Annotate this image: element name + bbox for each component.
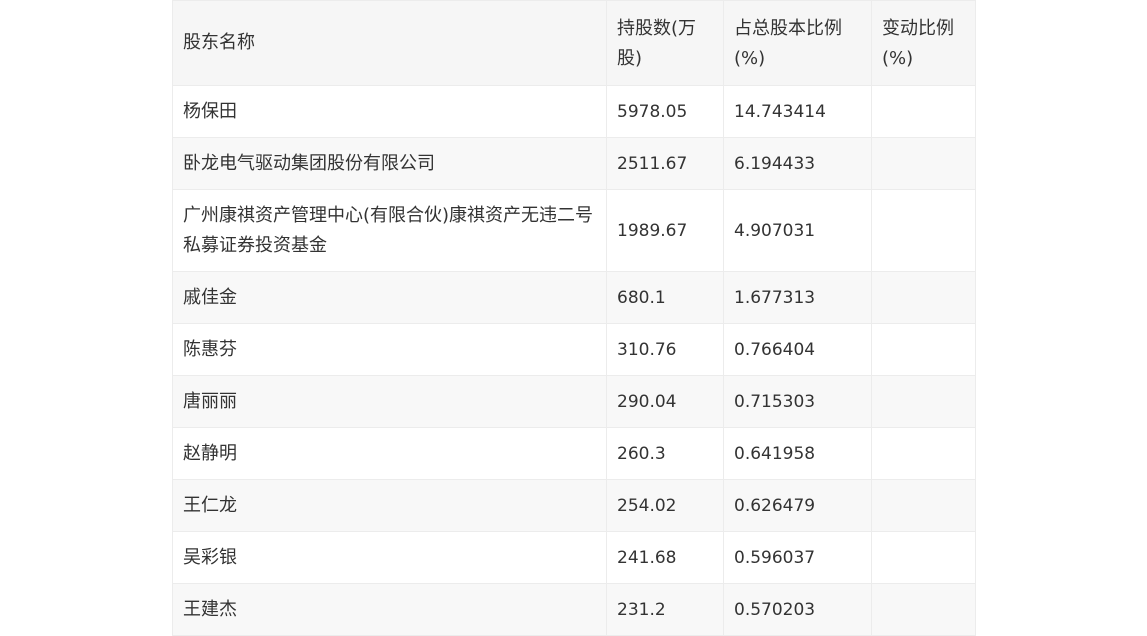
table-row: 吴彩银 241.68 0.596037 xyxy=(172,531,976,584)
table-row: 杨保田 5978.05 14.743414 xyxy=(172,85,976,138)
cell-change xyxy=(871,479,976,532)
cell-name: 吴彩银 xyxy=(172,531,607,584)
table-row: 广州康祺资产管理中心(有限合伙)康祺资产无违二号私募证券投资基金 1989.67… xyxy=(172,189,976,272)
cell-name: 王建杰 xyxy=(172,583,607,636)
header-ratio-line1: 占总股本比例 xyxy=(734,18,842,39)
header-change: 变动比例 (%) xyxy=(871,0,976,86)
shareholder-table-container: 股东名称 持股数(万 股) 占总股本比例 (%) 变动比例 (%) 杨保田 59… xyxy=(172,0,976,636)
cell-name: 广州康祺资产管理中心(有限合伙)康祺资产无违二号私募证券投资基金 xyxy=(172,189,607,272)
cell-change xyxy=(871,189,976,272)
cell-ratio: 4.907031 xyxy=(723,189,872,272)
table-row: 王仁龙 254.02 0.626479 xyxy=(172,479,976,532)
cell-change xyxy=(871,583,976,636)
cell-ratio: 0.641958 xyxy=(723,427,872,480)
cell-change xyxy=(871,427,976,480)
cell-name: 王仁龙 xyxy=(172,479,607,532)
cell-shares: 290.04 xyxy=(606,375,724,428)
cell-shares: 680.1 xyxy=(606,271,724,324)
header-row: 股东名称 持股数(万 股) 占总股本比例 (%) 变动比例 (%) xyxy=(172,0,976,86)
cell-ratio: 6.194433 xyxy=(723,137,872,190)
cell-shares: 5978.05 xyxy=(606,85,724,138)
header-shares-line1: 持股数(万 xyxy=(617,18,697,39)
header-shares: 持股数(万 股) xyxy=(606,0,724,86)
cell-ratio: 0.596037 xyxy=(723,531,872,584)
cell-shares: 254.02 xyxy=(606,479,724,532)
cell-name: 赵静明 xyxy=(172,427,607,480)
cell-ratio: 0.766404 xyxy=(723,323,872,376)
cell-shares: 310.76 xyxy=(606,323,724,376)
cell-ratio: 1.677313 xyxy=(723,271,872,324)
cell-name: 戚佳金 xyxy=(172,271,607,324)
cell-shares: 2511.67 xyxy=(606,137,724,190)
cell-name: 陈惠芬 xyxy=(172,323,607,376)
table-row: 唐丽丽 290.04 0.715303 xyxy=(172,375,976,428)
cell-ratio: 0.626479 xyxy=(723,479,872,532)
cell-change xyxy=(871,137,976,190)
table-row: 王建杰 231.2 0.570203 xyxy=(172,583,976,636)
cell-change xyxy=(871,531,976,584)
cell-shares: 241.68 xyxy=(606,531,724,584)
cell-name: 卧龙电气驱动集团股份有限公司 xyxy=(172,137,607,190)
table-row: 戚佳金 680.1 1.677313 xyxy=(172,271,976,324)
cell-ratio: 14.743414 xyxy=(723,85,872,138)
cell-ratio: 0.715303 xyxy=(723,375,872,428)
cell-change xyxy=(871,271,976,324)
table-row: 陈惠芬 310.76 0.766404 xyxy=(172,323,976,376)
table-header: 股东名称 持股数(万 股) 占总股本比例 (%) 变动比例 (%) xyxy=(172,0,976,86)
shareholder-table: 股东名称 持股数(万 股) 占总股本比例 (%) 变动比例 (%) 杨保田 59… xyxy=(172,0,976,636)
cell-shares: 1989.67 xyxy=(606,189,724,272)
header-change-line2: (%) xyxy=(882,48,914,69)
table-row: 赵静明 260.3 0.641958 xyxy=(172,427,976,480)
cell-shares: 260.3 xyxy=(606,427,724,480)
cell-change xyxy=(871,375,976,428)
table-row: 卧龙电气驱动集团股份有限公司 2511.67 6.194433 xyxy=(172,137,976,190)
header-ratio-line2: (%) xyxy=(734,48,766,69)
cell-change xyxy=(871,85,976,138)
header-change-line1: 变动比例 xyxy=(882,18,954,39)
header-shares-line2: 股) xyxy=(617,48,643,69)
table-body: 杨保田 5978.05 14.743414 卧龙电气驱动集团股份有限公司 251… xyxy=(172,85,976,636)
cell-change xyxy=(871,323,976,376)
header-ratio: 占总股本比例 (%) xyxy=(723,0,872,86)
cell-name: 唐丽丽 xyxy=(172,375,607,428)
cell-name: 杨保田 xyxy=(172,85,607,138)
header-shareholder-name: 股东名称 xyxy=(172,0,607,86)
cell-shares: 231.2 xyxy=(606,583,724,636)
cell-ratio: 0.570203 xyxy=(723,583,872,636)
